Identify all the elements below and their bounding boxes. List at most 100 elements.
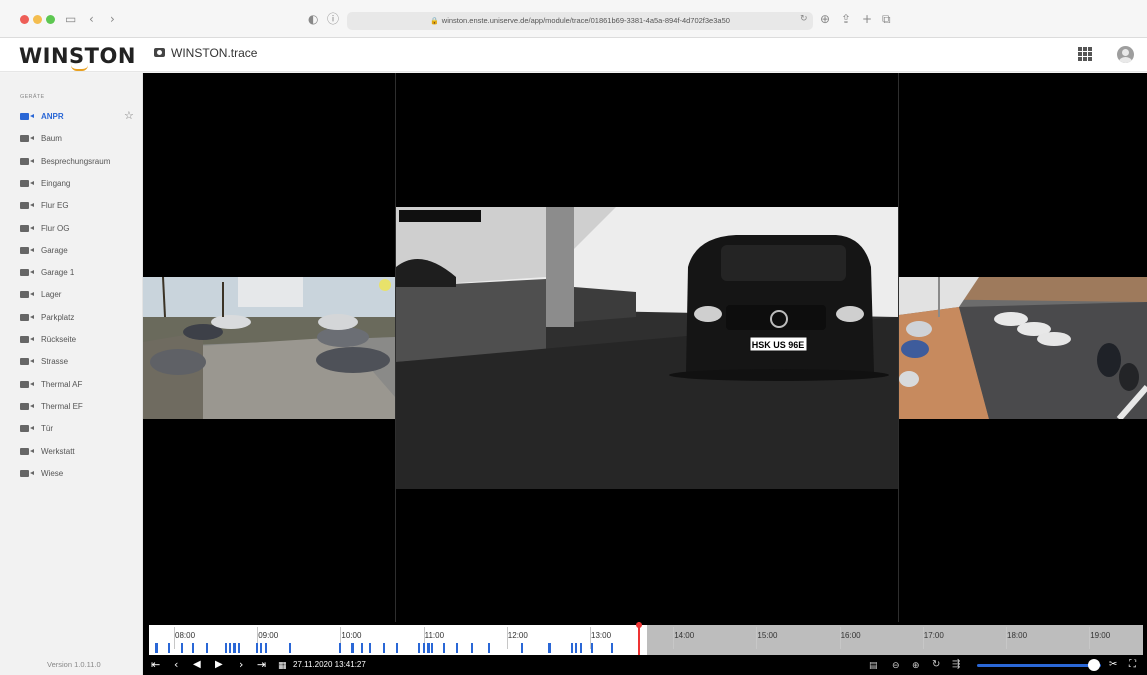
user-avatar-icon[interactable] — [1117, 46, 1134, 63]
play-icon[interactable]: ▶ — [215, 658, 223, 672]
sidebar-item-strasse[interactable]: Strasse — [0, 351, 142, 373]
forward-icon[interactable]: › — [110, 12, 115, 26]
playback-controls: ⇤ ‹ ◀ ▶ › ⇥ ▦ 27.11.2020 13:41:27 ▤ ⊖ ⊕ … — [143, 656, 1147, 675]
timeline-event-marker[interactable] — [168, 643, 170, 653]
sidebar-item-besprechungsraum[interactable]: Besprechungsraum — [0, 151, 142, 173]
timeline-event-marker[interactable] — [225, 643, 227, 653]
timeline-event-marker[interactable] — [339, 643, 341, 653]
video-camera-icon — [20, 425, 34, 433]
fullscreen-icon[interactable]: ⛶ — [1129, 658, 1136, 672]
play-reverse-icon[interactable]: ◀ — [193, 658, 201, 672]
zoom-slider-knob[interactable] — [1087, 659, 1100, 671]
logo-arc — [71, 65, 88, 71]
camera-view-right[interactable] — [899, 277, 1147, 419]
sidebar-item-garage-1[interactable]: Garage 1 — [0, 262, 142, 284]
license-plate-text: HSK US 96E — [752, 340, 805, 350]
sidebar-item-garage[interactable]: Garage — [0, 240, 142, 262]
sidebar-item-rückseite[interactable]: Rückseite — [0, 329, 142, 351]
calendar-icon[interactable]: ▦ — [278, 659, 287, 673]
timeline-event-marker[interactable] — [238, 643, 240, 653]
timeline-event-marker[interactable] — [289, 643, 291, 653]
apps-grid-icon[interactable] — [1078, 47, 1092, 61]
playback-datetime[interactable]: 27.11.2020 13:41:27 — [293, 660, 366, 669]
back-icon[interactable]: ‹ — [89, 12, 94, 26]
camera-view-anpr[interactable]: HSK US 96E — [396, 207, 898, 489]
timeline-event-marker[interactable] — [181, 643, 183, 653]
sidebar-item-thermal-af[interactable]: Thermal AF — [0, 374, 142, 396]
info-icon[interactable]: ⓘ — [327, 12, 339, 26]
sidebar-item-baum[interactable]: Baum — [0, 128, 142, 150]
timeline-event-marker[interactable] — [575, 643, 577, 653]
timeline-event-marker[interactable] — [431, 643, 433, 653]
timeline-event-marker[interactable] — [351, 643, 354, 653]
zoom-window-button[interactable] — [46, 15, 55, 24]
step-forward-icon[interactable]: › — [239, 658, 243, 672]
jump-to-start-icon[interactable]: ⇤ — [151, 658, 160, 672]
timeline-event-marker[interactable] — [260, 643, 262, 653]
timeline-event-marker[interactable] — [418, 643, 420, 653]
timeline-event-marker[interactable] — [580, 643, 582, 653]
timeline-event-marker[interactable] — [233, 643, 236, 653]
timeline-hour-label: 11:00 — [424, 631, 445, 640]
share-icon[interactable]: ⇪ — [841, 12, 851, 26]
device-sidebar: GERÄTE ANPR Baum Besprechungsraum Eingang Fl… — [0, 73, 143, 675]
sidebar-item-lager[interactable]: Lager — [0, 284, 142, 306]
timeline-event-marker[interactable] — [396, 643, 398, 653]
privacy-shield-icon[interactable]: ◐ — [308, 12, 318, 26]
zoom-in-icon[interactable]: ⊕ — [912, 659, 920, 673]
camera-view-left[interactable] — [143, 277, 395, 419]
sidebar-item-wiese[interactable]: Wiese — [0, 463, 142, 485]
step-back-icon[interactable]: ‹ — [174, 658, 178, 672]
timeline-event-marker[interactable] — [229, 643, 231, 653]
timeline-event-marker[interactable] — [521, 643, 523, 653]
module-title: WINSTON.trace — [171, 46, 258, 60]
list-view-icon[interactable]: ▤ — [869, 659, 878, 673]
speed-icon[interactable]: ⇶ — [952, 658, 960, 672]
timeline-event-marker[interactable] — [256, 643, 258, 653]
download-icon[interactable]: ⊕ — [820, 12, 830, 26]
minimize-window-button[interactable] — [33, 15, 42, 24]
jump-to-live-icon[interactable]: ⇥ — [257, 658, 266, 672]
timeline-event-marker[interactable] — [361, 643, 363, 653]
timeline-event-marker[interactable] — [155, 643, 158, 653]
sidebar-item-flur-eg[interactable]: Flur EG — [0, 195, 142, 217]
sidebar-item-label: Flur OG — [41, 223, 70, 233]
timeline-event-marker[interactable] — [383, 643, 385, 653]
sidebar-item-flur-og[interactable]: Flur OG — [0, 218, 142, 240]
video-camera-icon — [20, 202, 34, 210]
timeline-event-marker[interactable] — [611, 643, 613, 653]
timeline-event-marker[interactable] — [548, 643, 551, 653]
zoom-slider-track[interactable] — [977, 664, 1101, 667]
sidebar-item-eingang[interactable]: Eingang — [0, 173, 142, 195]
timeline[interactable]: 08:00 09:00 10:00 11:00 12:00 13:00 14:00 15:00… — [143, 622, 1147, 656]
new-tab-icon[interactable]: + — [862, 12, 872, 26]
timeline-event-marker[interactable] — [265, 643, 267, 653]
close-window-button[interactable] — [20, 15, 29, 24]
tab-overview-icon[interactable]: ⧉ — [882, 12, 891, 26]
loop-icon[interactable]: ↻ — [932, 658, 940, 672]
favorite-star-icon[interactable]: ☆ — [124, 109, 134, 122]
timeline-event-marker[interactable] — [369, 643, 371, 653]
timeline-event-marker[interactable] — [423, 643, 425, 653]
timeline-event-marker[interactable] — [571, 643, 573, 653]
video-view[interactable]: HSK US 96E — [143, 73, 1147, 622]
timeline-event-marker[interactable] — [192, 643, 194, 653]
sidebar-item-parkplatz[interactable]: Parkplatz — [0, 307, 142, 329]
address-bar[interactable]: 🔒 winston.enste.uniserve.de/app/module/tr… — [347, 12, 813, 30]
timeline-event-marker[interactable] — [456, 643, 458, 653]
zoom-out-icon[interactable]: ⊖ — [892, 659, 900, 673]
reload-icon[interactable]: ↻ — [800, 12, 808, 26]
sidebar-toggle-icon[interactable]: ▭ — [65, 12, 76, 26]
timeline-event-marker[interactable] — [591, 643, 593, 653]
sidebar-item-werkstatt[interactable]: Werkstatt — [0, 441, 142, 463]
sidebar-item-tür[interactable]: Tür — [0, 418, 142, 440]
timeline-event-marker[interactable] — [427, 643, 430, 653]
sidebar-item-thermal-ef[interactable]: Thermal EF — [0, 396, 142, 418]
sidebar-item-anpr[interactable]: ANPR — [0, 106, 142, 128]
timeline-event-marker[interactable] — [206, 643, 208, 653]
snapshot-icon[interactable]: ✂ — [1109, 658, 1117, 672]
timeline-event-marker[interactable] — [488, 643, 490, 653]
timeline-event-marker[interactable] — [443, 643, 445, 653]
timeline-now-marker[interactable] — [636, 622, 643, 655]
timeline-event-marker[interactable] — [471, 643, 473, 653]
